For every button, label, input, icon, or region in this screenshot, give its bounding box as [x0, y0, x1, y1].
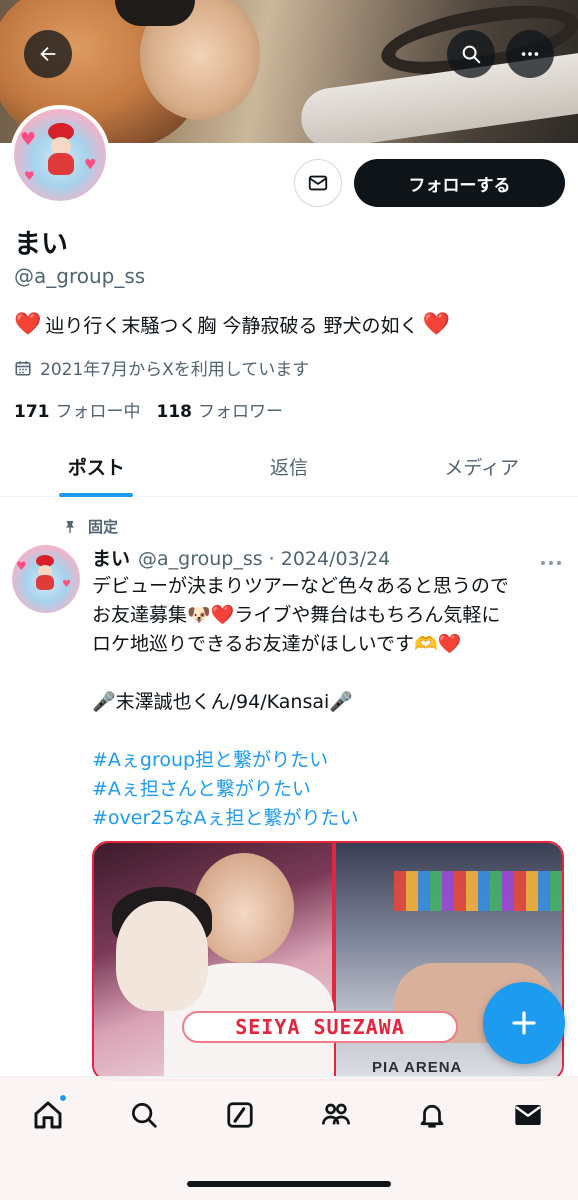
tab-media[interactable]: メディア	[385, 437, 578, 496]
profile-name: まい	[14, 229, 68, 260]
ellipsis-icon	[521, 52, 539, 56]
nav-search[interactable]	[122, 1093, 166, 1137]
following-link[interactable]: 171 フォロー中	[14, 397, 141, 422]
search-icon	[462, 45, 481, 64]
post-more-button[interactable]	[540, 552, 562, 571]
ellipsis-icon	[541, 561, 561, 565]
post-header: まい @a_group_ss · 2024/03/24	[92, 544, 390, 571]
post-line	[92, 659, 562, 688]
following-count: 171	[14, 402, 50, 422]
tab-label: メディア	[444, 457, 520, 479]
nav-grok[interactable]	[218, 1093, 262, 1137]
arrow-left-icon	[40, 46, 56, 62]
post-author-name[interactable]: まい	[92, 544, 130, 571]
tab-label: 返信	[270, 457, 309, 479]
nav-home[interactable]	[26, 1093, 70, 1137]
home-icon	[34, 1101, 62, 1129]
search-button[interactable]	[447, 30, 495, 78]
compose-post-button[interactable]	[483, 982, 565, 1064]
joined-text: 2021年7月からXを利用しています	[40, 360, 310, 380]
post-body: デビューが決まりツアーなど色々あると思うので お友達募集🐶❤️ライブや舞台はもち…	[92, 572, 562, 833]
pinned-label: 固定	[88, 518, 119, 536]
followers-link[interactable]: 118 フォロワー	[157, 397, 284, 422]
nav-communities[interactable]	[314, 1093, 358, 1137]
hashtag-link[interactable]: #Aぇ担さんと繋がりたい	[92, 775, 562, 804]
post-line: ロケ地巡りできるお友達がほしいです🫶❤️	[92, 633, 462, 655]
hashtag-link[interactable]: #over25なAぇ担と繋がりたい	[92, 804, 562, 833]
active-tab-indicator	[59, 493, 134, 497]
follow-stats: 171 フォロー中 118 フォロワー	[14, 397, 283, 422]
followers-count: 118	[156, 402, 193, 422]
nav-messages[interactable]	[506, 1093, 550, 1137]
search-icon	[132, 1103, 157, 1128]
tab-label: ポスト	[67, 457, 125, 479]
communities-icon	[322, 1103, 350, 1125]
pinned-indicator: 固定	[62, 516, 118, 537]
media-arena-text: PIA ARENA	[372, 1059, 463, 1076]
post-meta: @a_group_ss · 2024/03/24	[138, 548, 391, 570]
heart-emoji: ❤️	[14, 312, 42, 337]
hashtag-link[interactable]: #Aぇgroup担と繋がりたい	[92, 746, 562, 775]
messages-icon	[515, 1105, 541, 1125]
plus-icon	[512, 1011, 536, 1035]
mail-icon	[308, 175, 328, 191]
profile-tabs: ポスト 返信 メディア	[0, 437, 578, 497]
home-indicator	[187, 1181, 391, 1187]
post-line: お友達募集🐶❤️ライブや舞台はもちろん気軽に	[92, 604, 501, 626]
followers-label: フォロワー	[198, 402, 283, 422]
pin-icon	[66, 520, 74, 533]
following-label: フォロー中	[55, 402, 141, 422]
nav-notifications[interactable]	[410, 1093, 454, 1137]
post-line: 🎤末澤誠也くん/94/Kansai🎤	[92, 691, 353, 713]
notification-dot	[58, 1093, 68, 1103]
joined-date: 2021年7月からXを利用しています	[14, 355, 309, 380]
notifications-icon	[420, 1104, 444, 1128]
profile-bio: ❤️ 辿り行く末騒つく胸 今静寂破る 野犬の如く ❤️	[14, 311, 450, 338]
tab-posts[interactable]: ポスト	[0, 437, 193, 497]
profile-avatar[interactable]: ♥ ♥ ♥	[10, 105, 110, 205]
post-author-avatar[interactable]: ♥ ♥	[12, 545, 80, 613]
post-line	[92, 717, 562, 746]
tab-replies[interactable]: 返信	[193, 437, 386, 496]
calendar-icon	[15, 360, 31, 375]
heart-emoji: ❤️	[422, 312, 450, 337]
more-button[interactable]	[506, 30, 554, 78]
grok-icon	[227, 1102, 253, 1128]
back-button[interactable]	[24, 30, 72, 78]
bio-text: 辿り行く末騒つく胸 今静寂破る 野犬の如く	[45, 315, 419, 337]
media-name-label: SEIYA SUEZAWA	[182, 1011, 458, 1043]
profile-handle: @a_group_ss	[14, 264, 146, 288]
post-line: デビューが決まりツアーなど色々あると思うので	[92, 575, 509, 597]
message-button[interactable]	[294, 159, 342, 207]
follow-button[interactable]: フォローする	[354, 159, 565, 207]
